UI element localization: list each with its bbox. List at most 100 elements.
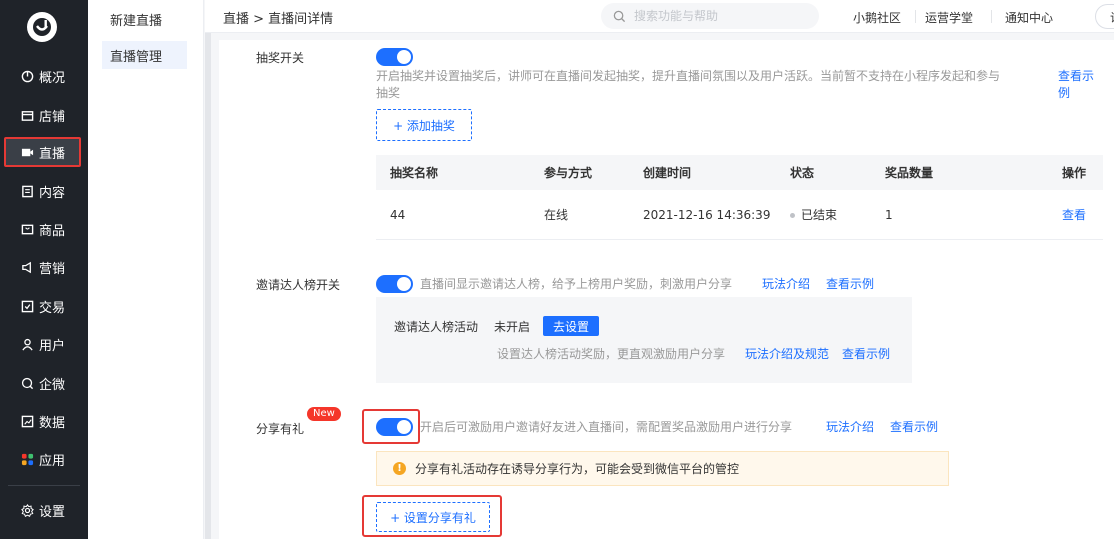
nav-item-user[interactable]: 用户 [0,329,88,359]
lottery-toggle[interactable] [376,48,413,66]
header-separator [991,10,992,23]
search-box[interactable] [601,3,819,29]
top-header: 直播 > 直播间详情 小鹅社区 运营学堂 通知中心 访 [205,0,1114,33]
lottery-description-line1: 开启抽奖并设置抽奖后，讲师可在直播间发起抽奖，提升直播间氛围以及用户活跃。当前暂… [376,69,1001,83]
nav-item-apps[interactable]: 应用 [0,444,88,474]
header-trailing-button[interactable]: 访 [1095,4,1114,29]
goods-icon [20,222,34,236]
header-link-community[interactable]: 小鹅社区 [853,9,901,26]
user-icon [20,337,34,351]
invite-sub-description: 设置达人榜活动奖励，更直观激励用户分享 [497,347,726,361]
apps-icon [20,452,34,466]
nav-divider [8,485,80,486]
warning-icon: ! [393,462,406,475]
sub-nav: 新建直播 直播管理 [88,0,204,539]
lottery-status-cell: 已结束 [790,206,837,223]
nav-item-label: 概况 [39,70,66,86]
header-link-academy[interactable]: 运营学堂 [925,9,973,26]
add-lottery-button[interactable]: + 添加抽奖 [376,109,472,141]
search-input[interactable] [634,9,804,23]
wework-icon [20,376,34,390]
nav-item-overview[interactable]: 概况 [0,61,88,91]
invite-activity-label: 邀请达人榜活动 [394,320,479,334]
nav-item-label: 商品 [39,223,66,239]
nav-item-marketing[interactable]: 营销 [0,252,88,282]
invite-activity-panel: 邀请达人榜活动 未开启 去设置 设置达人榜活动奖励，更直观激励用户分享 玩法介绍… [376,297,912,383]
lottery-example-link[interactable]: 查看示 例 [1058,68,1094,102]
data-icon [20,414,34,428]
trade-icon [20,299,34,313]
invite-intro-link[interactable]: 玩法介绍 [762,276,810,293]
lottery-description: 开启抽奖并设置抽奖后，讲师可在直播间发起抽奖，提升直播间氛围以及用户活跃。当前暂… [376,68,1051,102]
table-header-cell: 操作 [1062,166,1087,180]
status-dot-icon [790,213,795,218]
table-header-row: 抽奖名称 参与方式 创建时间 状态 奖品数量 操作 [376,155,1103,190]
logo-icon [33,18,51,36]
table-row: 44 在线 2021-12-16 14:36:39 已结束 1 查看 [376,190,1103,240]
search-icon [613,10,626,22]
view-lottery-link[interactable]: 查看 [1062,206,1086,223]
nav-item-label: 营销 [39,261,66,277]
invite-sub-example-link[interactable]: 查看示例 [842,346,890,363]
nav-item-label: 店铺 [39,109,66,125]
table-header-cell: 创建时间 [643,166,692,180]
new-badge: New [307,407,341,421]
app-logo[interactable] [27,12,57,42]
invite-rules-link[interactable]: 玩法介绍及规范 [745,346,829,363]
share-warning-banner: ! 分享有礼活动存在诱导分享行为，可能会受到微信平台的管控 [376,451,949,486]
nav-item-label: 交易 [39,300,66,316]
content-icon [20,184,34,198]
invite-activity-status: 未开启 [494,320,531,334]
settings-card: 抽奖开关 开启抽奖并设置抽奖后，讲师可在直播间发起抽奖，提升直播间氛围以及用户活… [219,40,1114,539]
gear-icon [20,503,34,517]
nav-item-label: 用户 [39,338,66,354]
nav-item-live[interactable]: 直播 [4,137,81,167]
nav-item-goods[interactable]: 商品 [0,214,88,244]
table-header-cell: 状态 [790,166,815,180]
lottery-description-line2: 抽奖 [376,86,401,100]
share-example-link[interactable]: 查看示例 [890,419,938,436]
lottery-mode-cell: 在线 [544,208,569,222]
nav-item-content[interactable]: 内容 [0,176,88,206]
nav-item-label: 企微 [39,377,66,393]
setup-share-reward-button[interactable]: + 设置分享有礼 [376,502,490,532]
nav-item-store[interactable]: 店铺 [0,100,88,130]
table-header-cell: 参与方式 [544,166,593,180]
table-header-cell: 抽奖名称 [390,166,439,180]
live-icon [20,145,34,159]
store-icon [20,108,34,122]
nav-item-data[interactable]: 数据 [0,406,88,436]
nav-item-settings[interactable]: 设置 [0,495,88,525]
breadcrumb: 直播 > 直播间详情 [223,12,334,27]
table-header-cell: 奖品数量 [885,166,934,180]
nav-item-label: 数据 [39,415,66,431]
marketing-icon [20,260,34,274]
share-reward-toggle[interactable] [376,418,413,436]
nav-item-label: 设置 [39,504,66,520]
share-warning-text: 分享有礼活动存在诱导分享行为，可能会受到微信平台的管控 [415,462,740,476]
invite-ranking-description: 直播间显示邀请达人榜，给予上榜用户奖励，刺激用户分享 [420,277,733,291]
header-link-notifications[interactable]: 通知中心 [1005,9,1053,26]
nav-item-wework[interactable]: 企微 [0,368,88,398]
sub-nav-live-management[interactable]: 直播管理 [102,41,187,69]
share-intro-link[interactable]: 玩法介绍 [826,419,874,436]
invite-example-link[interactable]: 查看示例 [826,276,874,293]
main-content: 抽奖开关 开启抽奖并设置抽奖后，讲师可在直播间发起抽奖，提升直播间氛围以及用户活… [205,33,1114,539]
sub-nav-new-live[interactable]: 新建直播 [110,10,162,29]
main-nav: 概况 店铺 直播 内容 商品 营销 交易 用户 企微 数据 应用 设置 [0,0,88,539]
lottery-example-line2: 例 [1058,86,1071,100]
lottery-example-line1: 查看示 [1058,69,1095,83]
lottery-table: 抽奖名称 参与方式 创建时间 状态 奖品数量 操作 44 在线 2021-12-… [376,155,1103,240]
lottery-name-cell: 44 [390,207,406,222]
share-reward-label: 分享有礼 [256,422,305,436]
invite-setup-button[interactable]: 去设置 [543,316,600,336]
invite-ranking-label: 邀请达人榜开关 [256,278,341,292]
scrollbar[interactable] [205,33,211,539]
lottery-status-text: 已结束 [801,208,838,222]
invite-ranking-toggle[interactable] [376,275,413,293]
share-reward-description: 开启后可激励用户邀请好友进入直播间，需配置奖品激励用户进行分享 [420,420,793,434]
nav-item-trade[interactable]: 交易 [0,291,88,321]
lottery-label: 抽奖开关 [256,51,305,65]
nav-item-label: 直播 [39,146,66,162]
dashboard-icon [20,69,34,83]
